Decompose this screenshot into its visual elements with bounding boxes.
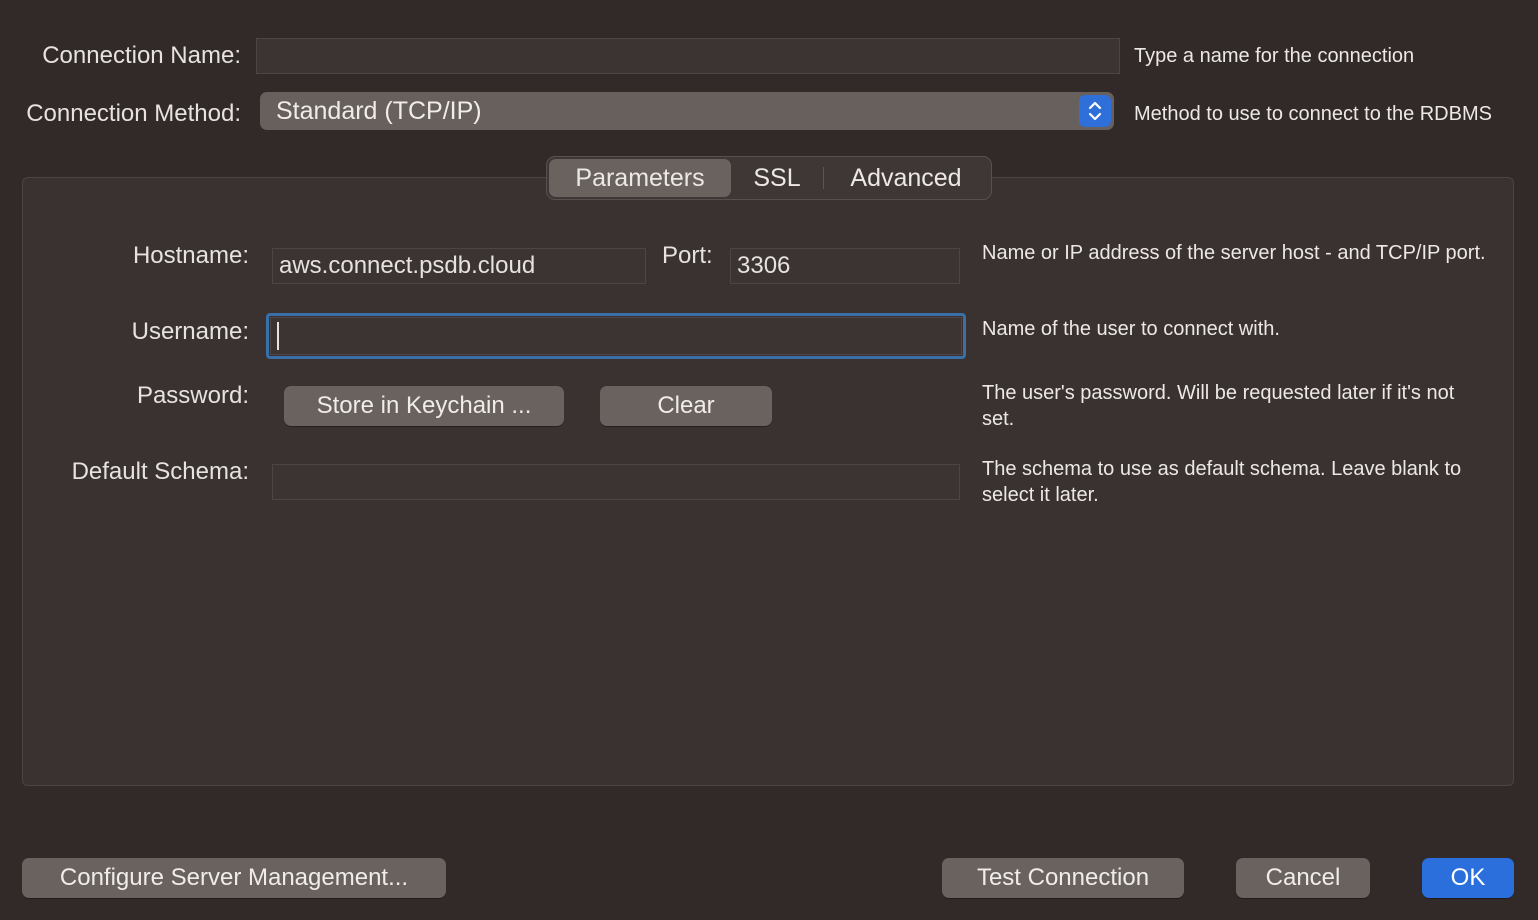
password-label: Password: [136,382,249,409]
store-in-keychain-button[interactable]: Store in Keychain ... [284,386,564,426]
tab-ssl[interactable]: SSL [731,159,823,197]
test-connection-button[interactable]: Test Connection [942,858,1184,898]
port-input[interactable]: 3306 [730,248,960,284]
cancel-button[interactable]: Cancel [1236,858,1370,898]
default-schema-label: Default Schema: [71,458,249,485]
connection-method-value: Standard (TCP/IP) [276,96,482,125]
tab-ssl-label: SSL [753,163,801,192]
connection-name-input[interactable] [256,38,1120,74]
port-label: Port: [662,242,713,269]
username-input[interactable] [270,317,962,355]
username-label: Username: [131,318,249,345]
password-help: The user's password. Will be requested l… [982,382,1455,430]
tab-parameters[interactable]: Parameters [549,159,731,197]
connection-method-select[interactable]: Standard (TCP/IP) [260,92,1114,130]
tab-parameters-label: Parameters [575,163,705,192]
up-down-chevron-icon[interactable] [1079,95,1111,127]
tab-bar: Parameters SSL Advanced [546,156,992,200]
default-schema-help: The schema to use as default schema. Lea… [982,458,1462,506]
connection-method-help: Method to use to connect to the RDBMS [1134,103,1492,125]
tab-advanced[interactable]: Advanced [824,159,988,197]
connection-name-help: Type a name for the connection [1134,45,1415,67]
hostname-label: Hostname: [132,242,249,269]
configure-server-management-button[interactable]: Configure Server Management... [22,858,446,898]
tab-advanced-label: Advanced [850,163,962,192]
connection-name-label: Connection Name: [42,42,241,69]
connection-method-label: Connection Method: [26,100,241,127]
ok-button[interactable]: OK [1422,858,1514,898]
text-cursor [277,322,279,350]
hostname-help: Name or IP address of the server host - … [982,242,1486,264]
default-schema-input[interactable] [272,464,960,500]
hostname-input[interactable]: aws.connect.psdb.cloud [272,248,646,284]
clear-password-button[interactable]: Clear [600,386,772,426]
username-help: Name of the user to connect with. [982,318,1280,340]
